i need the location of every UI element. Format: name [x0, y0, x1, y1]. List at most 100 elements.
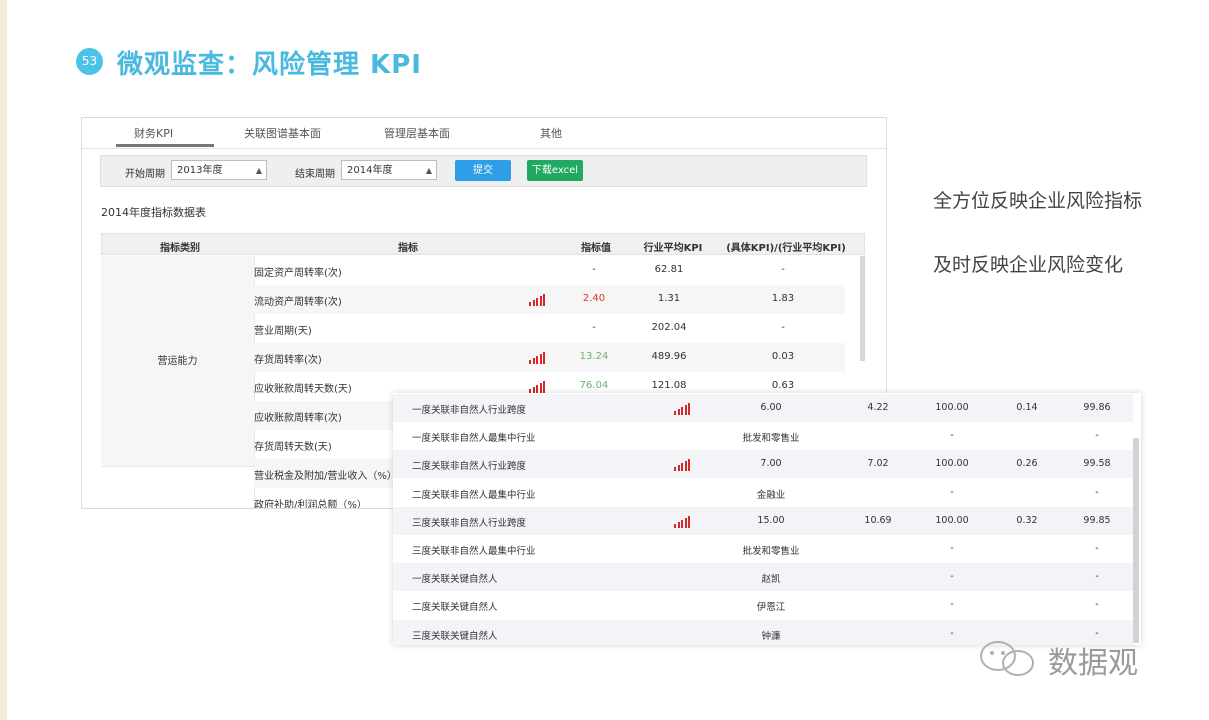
relation-value: 100.00: [935, 458, 969, 470]
kpi-ratio: -: [781, 322, 785, 333]
relation-value: 批发和零售业: [742, 433, 800, 445]
indicator-value: 13.24: [579, 351, 609, 362]
relation-value: 7.00: [760, 458, 782, 470]
relation-value: 伊恩江: [756, 602, 786, 614]
signal-bar: [677, 409, 680, 415]
relation-value: -: [950, 486, 954, 498]
signal-bar: [536, 298, 538, 306]
tab-relation-graph[interactable]: 关联图谱基本面: [244, 125, 321, 141]
relation-name: 二度关联关键自然人: [412, 602, 498, 614]
relation-value: 10.69: [864, 514, 892, 526]
signal-bar: [532, 300, 535, 306]
signal-bar: [688, 459, 690, 472]
industry-avg: 489.96: [651, 351, 687, 362]
relation-name: 三度关联关键自然人: [412, 630, 498, 642]
relation-row: 二度关联非自然人行业跨度 7.00 7.02 100.00 0.26 99.58: [393, 450, 1133, 479]
slide-number-badge: 53: [76, 48, 103, 75]
header-value: 指标值: [581, 243, 611, 254]
kpi-ratio: -: [781, 264, 785, 275]
relation-value: 100.00: [935, 514, 969, 526]
indicator-value: 76.04: [579, 380, 609, 391]
relation-value: 0.14: [1016, 402, 1038, 413]
slide-title: 微观监查：风险管理 KPI: [117, 50, 422, 80]
relation-row: 三度关联非自然人最集中行业 批发和零售业 - -: [393, 535, 1133, 563]
end-period-value: 2014年度: [347, 165, 393, 176]
tab-other[interactable]: 其他: [540, 125, 562, 141]
relation-value: -: [950, 599, 954, 611]
select-arrow-icon: ▲: [255, 166, 262, 175]
kpi-ratio: 0.03: [771, 351, 795, 362]
industry-avg: 1.31: [657, 293, 681, 304]
signal-bar: [688, 515, 690, 528]
industry-avg: 202.04: [651, 322, 687, 333]
relation-name: 一度关联非自然人最集中行业: [412, 433, 536, 445]
indicator-name: 流动资产周转率(次): [254, 297, 342, 308]
table-row: 固定资产周转率(次) - 62.81 -: [254, 256, 845, 285]
table-row: 流动资产周转率(次) 2.40 1.31 1.83: [254, 285, 845, 314]
relation-graph-panel: 一度关联非自然人行业跨度 6.00 4.22 100.00 0.14 99.86 一度关联非…: [393, 393, 1141, 645]
signal-bar: [681, 519, 683, 528]
submit-button[interactable]: 提交: [455, 160, 511, 181]
relation-value: -: [1095, 599, 1099, 611]
download-excel-button[interactable]: 下载excel: [527, 160, 583, 181]
relation-name: 三度关联非自然人行业跨度: [412, 517, 527, 529]
tab-financial-kpi[interactable]: 财务KPI: [134, 125, 173, 141]
filter-bar: 开始周期 2013年度 ▲ 结束周期 2014年度 ▲ 提交 下载excel: [100, 155, 867, 187]
header-indicator: 指标: [398, 243, 418, 254]
relation-scrollbar[interactable]: [1133, 438, 1139, 643]
relation-value: 金融业: [756, 489, 786, 501]
indicator-name: 存货周转天数(天): [254, 442, 332, 453]
table-scrollbar[interactable]: [860, 256, 865, 361]
start-period-select[interactable]: 2013年度 ▲: [171, 160, 267, 180]
signal-strength-icon: [674, 515, 692, 528]
relation-value: 100.00: [935, 402, 969, 413]
indicator-name: 应收账款周转天数(天): [254, 384, 352, 395]
indicator-name: 营业税金及附加/营业收入（%）: [254, 471, 397, 482]
relation-row: 二度关联非自然人最集中行业 金融业 - -: [393, 479, 1133, 507]
signal-bar: [684, 405, 687, 415]
signal-bar: [539, 383, 542, 393]
signal-bar: [684, 517, 687, 528]
category-cell: 营运能力: [101, 256, 255, 466]
relation-value: -: [950, 430, 954, 442]
kpi-ratio: 0.63: [771, 380, 795, 391]
table-row: 存货周转率(次) 13.24 489.96 0.03: [254, 343, 845, 372]
indicator-name: 政府补助/利润总额（%）: [254, 500, 367, 509]
table-caption: 2014年度指标数据表: [101, 206, 206, 219]
side-text-line-2: 及时反映企业风险变化: [933, 254, 1124, 276]
relation-value: -: [1095, 486, 1099, 498]
tab-management[interactable]: 管理层基本面: [384, 125, 450, 141]
relation-row: 一度关联非自然人最集中行业 批发和零售业 - -: [393, 422, 1133, 450]
relation-value: -: [950, 543, 954, 554]
signal-bar: [674, 467, 676, 472]
header-ratio: (具体KPI)/(行业平均KPI): [726, 243, 846, 254]
kpi-ratio: 1.83: [771, 293, 795, 304]
relation-name: 二度关联非自然人行业跨度: [412, 461, 527, 473]
signal-bar: [536, 385, 538, 393]
indicator-value: -: [592, 322, 596, 333]
signal-bar: [677, 465, 680, 472]
signal-bar: [529, 302, 531, 306]
signal-bar: [681, 407, 683, 415]
signal-bar: [681, 463, 683, 472]
signal-bar: [543, 294, 545, 306]
indicator-name: 固定资产周转率(次): [254, 268, 342, 279]
header-category: 指标类别: [160, 243, 200, 254]
relation-name: 一度关联非自然人行业跨度: [412, 405, 527, 416]
signal-bar: [529, 360, 531, 364]
relation-name: 三度关联非自然人最集中行业: [412, 546, 536, 557]
relation-name: 一度关联关键自然人: [412, 574, 498, 586]
signal-bar: [543, 381, 545, 393]
end-period-label: 结束周期: [295, 169, 335, 180]
watermark-text: 数据观: [1048, 646, 1138, 681]
side-text-line-1: 全方位反映企业风险指标: [933, 190, 1143, 212]
signal-bar: [536, 356, 538, 364]
signal-bar: [688, 403, 690, 415]
end-period-select[interactable]: 2014年度 ▲: [341, 160, 437, 180]
category-cell-next: [101, 466, 255, 508]
header-industry-avg: 行业平均KPI: [643, 243, 703, 254]
relation-value: 批发和零售业: [742, 546, 800, 557]
category-label: 营运能力: [157, 356, 198, 367]
relation-row: 一度关联非自然人行业跨度 6.00 4.22 100.00 0.14 99.86: [393, 394, 1133, 422]
tab-bar: 财务KPI 关联图谱基本面 管理层基本面 其他: [82, 118, 886, 149]
